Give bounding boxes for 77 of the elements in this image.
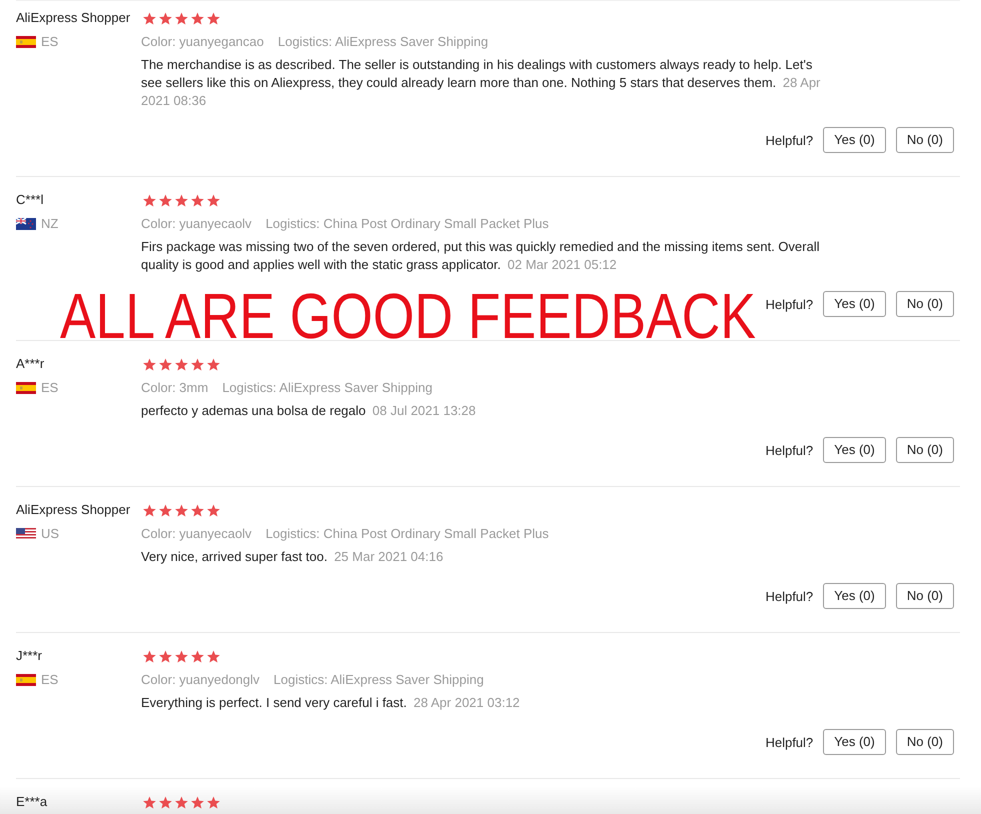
flag-icon — [16, 36, 36, 48]
helpful-label: Helpful? — [765, 132, 814, 150]
review-text: Everything is perfect. I send very careful i fast. 28 Apr 2021 03:12 — [141, 694, 520, 712]
star-icon — [207, 504, 220, 516]
review-text: Very nice, arrived super fast too. 25 Mar 2021 04:16 — [141, 548, 444, 566]
star-icon — [143, 504, 156, 516]
star-icon — [191, 650, 204, 662]
star-icon — [191, 194, 204, 206]
star-icon — [175, 796, 188, 808]
star-icon — [207, 12, 220, 24]
yes-button[interactable]: Yes (0) — [823, 291, 886, 317]
star-icon — [191, 796, 204, 808]
no-button[interactable]: No (0) — [896, 437, 954, 463]
country-code: US — [41, 525, 60, 543]
star-icon — [175, 650, 188, 662]
overlay-caption: ALL ARE GOOD FEEDBACK — [60, 284, 756, 348]
helpful-label: Helpful? — [765, 588, 814, 606]
star-icon — [159, 194, 172, 206]
color-option: Color: 3mm — [141, 378, 208, 398]
yes-button[interactable]: Yes (0) — [823, 127, 886, 153]
star-icon — [159, 12, 172, 24]
flag-icon — [16, 382, 36, 394]
reviewer-name: J***r — [16, 647, 42, 665]
star-icon — [175, 12, 188, 24]
star-icon — [143, 796, 156, 808]
logistics-info: Logistics: AliExpress Saver Shipping — [222, 379, 432, 397]
star-icon — [175, 358, 188, 370]
yes-button[interactable]: Yes (0) — [823, 583, 886, 609]
helpful-label: Helpful? — [765, 734, 814, 752]
star-icon — [207, 650, 220, 662]
star-icon — [175, 504, 188, 516]
flag-icon — [16, 218, 36, 230]
yes-button[interactable]: Yes (0) — [823, 437, 886, 463]
star-icon — [207, 358, 220, 370]
star-icon — [207, 194, 220, 206]
no-button[interactable]: No (0) — [896, 291, 954, 317]
no-button[interactable]: No (0) — [896, 729, 954, 755]
star-icon — [143, 12, 156, 24]
star-icon — [159, 650, 172, 662]
star-icon — [159, 796, 172, 808]
logistics-info: Logistics: AliExpress Saver Shipping — [274, 671, 484, 689]
country-code: NZ — [41, 215, 58, 233]
review-text: Firs package was missing two of the seven ordered, put this was quickly remedied and the missing items sent. Overall quality is good and applies well with the static grass applicator. 02 Mar 2021 05:12 — [141, 238, 820, 274]
star-icon — [143, 194, 156, 206]
star-icon — [191, 12, 204, 24]
country-code: ES — [41, 33, 58, 51]
star-icon — [207, 796, 220, 808]
review-text: perfecto y ademas una bolsa de regalo 08 Jul 2021 13:28 — [141, 402, 476, 420]
color-option: Color: yuanyedonglv — [141, 670, 260, 690]
star-icon — [191, 358, 204, 370]
no-button[interactable]: No (0) — [896, 127, 954, 153]
country-code: ES — [41, 379, 58, 397]
reviewer-name: A***r — [16, 355, 44, 373]
color-option: Color: yuanyecaolv — [141, 214, 252, 234]
logistics-info: Logistics: China Post Ordinary Small Packet Plus — [266, 525, 549, 543]
color-option: Color: yuanyecaolv — [141, 524, 252, 544]
reviewer-name: AliExpress Shopper — [16, 501, 130, 519]
color-option: Color: yuanyegancao — [141, 32, 264, 52]
yes-button[interactable]: Yes (0) — [823, 729, 886, 755]
star-icon — [191, 504, 204, 516]
logistics-info: Logistics: China Post Ordinary Small Packet Plus — [266, 215, 549, 233]
reviewer-name: C***l — [16, 191, 44, 209]
reviewer-name: AliExpress Shopper — [16, 9, 130, 27]
logistics-info: Logistics: AliExpress Saver Shipping — [278, 33, 488, 51]
helpful-label: Helpful? — [765, 296, 814, 314]
star-icon — [159, 504, 172, 516]
review-text: The merchandise is as described. The seller is outstanding in his dealings with customers always ready to help. Let's see sellers like this on Aliexpress, they could already learn more than one. Nothing 5 stars that deserves them. 28 Apr 2021 08:36 — [141, 56, 822, 110]
star-icon — [175, 194, 188, 206]
star-icon — [143, 650, 156, 662]
flag-icon — [16, 528, 36, 540]
flag-icon — [16, 674, 36, 686]
reviewer-name: E***a — [16, 793, 48, 811]
star-icon — [143, 358, 156, 370]
no-button[interactable]: No (0) — [896, 583, 954, 609]
country-code: ES — [41, 671, 58, 689]
star-icon — [159, 358, 172, 370]
helpful-label: Helpful? — [765, 442, 814, 460]
